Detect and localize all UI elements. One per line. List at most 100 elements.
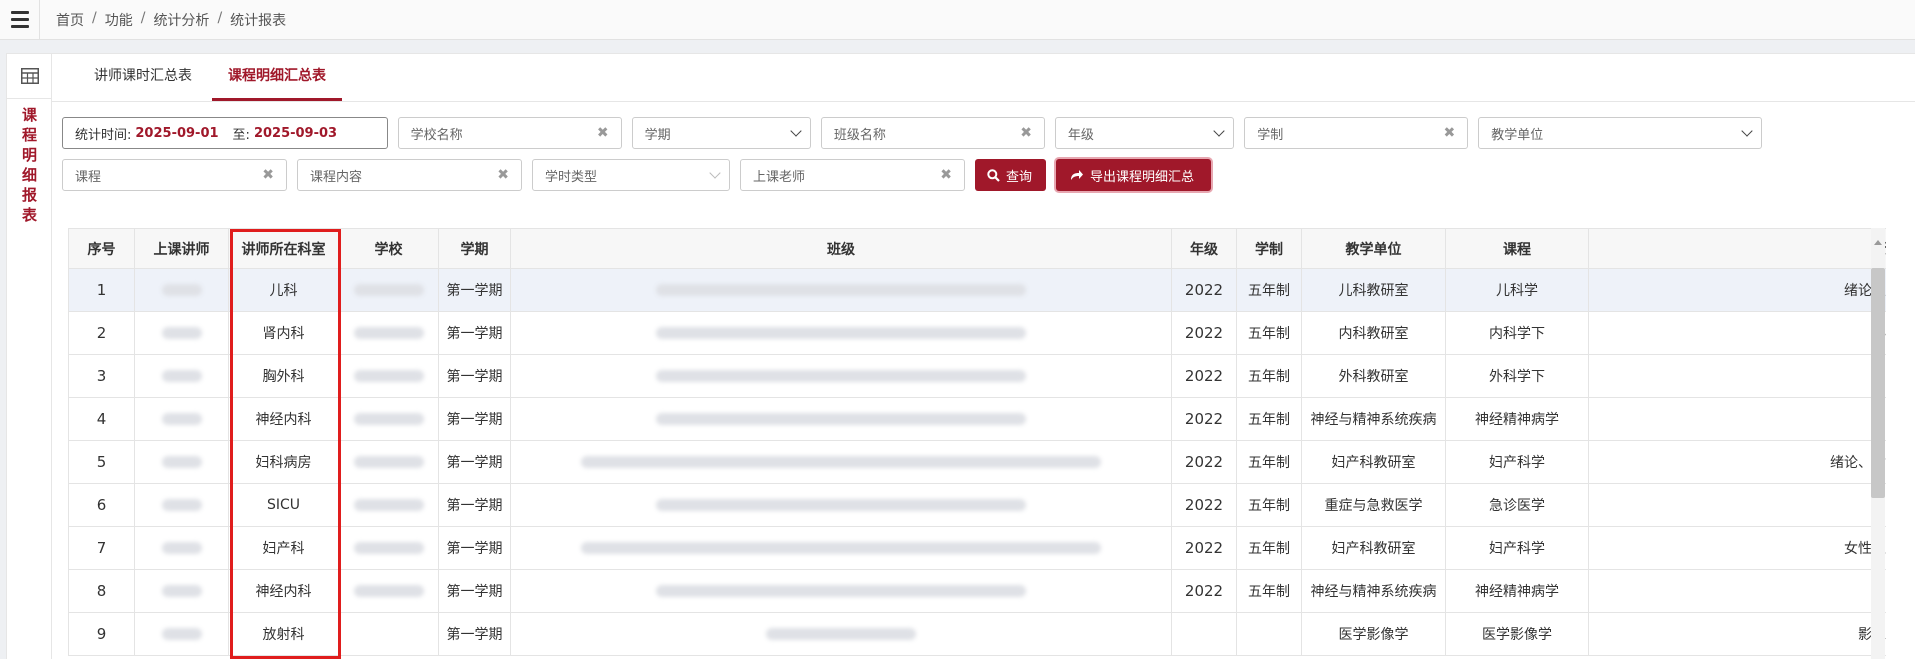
date-range-field[interactable]: 统计时间: 2025-09-01 至: 2025-09-03 xyxy=(62,117,388,149)
cell-system: 五年制 xyxy=(1236,440,1302,484)
search-icon xyxy=(987,168,1000,182)
header-unit[interactable]: 教学单位 xyxy=(1301,228,1446,269)
header-grade[interactable]: 年级 xyxy=(1171,228,1237,269)
header-content[interactable]: 课程内容 xyxy=(1588,228,1886,269)
cell-content: 绪论、女性生殖系统 xyxy=(1588,440,1886,484)
query-button[interactable]: 查询 xyxy=(975,159,1046,191)
hour-type-select[interactable]: 学时类型 xyxy=(532,159,730,191)
menu-toggle-icon[interactable] xyxy=(0,0,40,40)
cell-course: 外科学下 xyxy=(1445,354,1589,398)
cell-no: 2 xyxy=(68,311,135,355)
cell-content: 胸部损伤 xyxy=(1588,354,1886,398)
table-row[interactable]: 1 儿科 第一学期 2022五年制儿科教研室儿科学绪论及生长发育和 xyxy=(68,268,1886,312)
cell-no: 1 xyxy=(68,268,135,312)
school-name-input[interactable]: 学校名称 ✖ xyxy=(397,117,622,149)
chevron-down-icon xyxy=(1213,125,1225,137)
header-school[interactable]: 学校 xyxy=(338,228,439,269)
table-row[interactable]: 2 肾内科 第一学期 2022五年制内科教研室内科学下泌尿系统总论 xyxy=(68,311,1886,355)
header-teacher[interactable]: 上课讲师 xyxy=(134,228,229,269)
cell-grade: 2022 xyxy=(1171,483,1237,527)
cell-class-redacted xyxy=(510,354,1172,398)
cell-course: 妇产科学 xyxy=(1445,440,1589,484)
cell-class-redacted xyxy=(510,268,1172,312)
cell-grade: 2022 xyxy=(1171,397,1237,441)
cell-term: 第一学期 xyxy=(438,311,511,355)
clear-icon[interactable]: ✖ xyxy=(597,125,609,141)
vertical-title: 课 程 明 细 报 表 xyxy=(7,99,52,225)
cell-unit: 妇产科教研室 xyxy=(1301,526,1446,570)
table-icon xyxy=(7,54,52,99)
teaching-unit-select[interactable]: 教学单位 xyxy=(1478,117,1762,149)
cell-unit: 内科教研室 xyxy=(1301,311,1446,355)
header-class[interactable]: 班级 xyxy=(510,228,1172,269)
class-name-placeholder: 班级名称 xyxy=(833,127,886,143)
breadcrumb-separator: / xyxy=(140,9,146,26)
table-row[interactable]: 9放射科第一学期医学影像学医学影像学影像诊断学总论 xyxy=(68,612,1886,656)
cell-grade: 2022 xyxy=(1171,440,1237,484)
cell-no: 7 xyxy=(68,526,135,570)
table-row[interactable]: 7 妇产科 第一学期 2022五年制妇产科教研室妇产科学女性生殖系统生理 xyxy=(68,526,1886,570)
breadcrumb-statistics[interactable]: 统计分析 xyxy=(153,10,209,30)
tab-course-detail[interactable]: 课程明细汇总表 xyxy=(212,53,342,101)
clear-icon[interactable]: ✖ xyxy=(940,167,952,183)
header-system[interactable]: 学制 xyxy=(1236,228,1302,269)
term-select[interactable]: 学期 xyxy=(631,117,811,149)
cell-content: 影像诊断学总论 xyxy=(1588,612,1886,656)
header-no[interactable]: 序号 xyxy=(68,228,135,269)
table-row[interactable]: 6 SICU 第一学期 2022五年制重症与急救医学急诊医学绪论 xyxy=(68,483,1886,527)
header-department[interactable]: 讲师所在科室 xyxy=(228,228,339,269)
table-row[interactable]: 3 胸外科 第一学期 2022五年制外科教研室外科学下胸部损伤 xyxy=(68,354,1886,398)
clear-icon[interactable]: ✖ xyxy=(1020,125,1032,141)
table-row[interactable]: 8 神经内科 第一学期 2022五年制神经与精神系统疾病神经精神病学神经系统解剖 xyxy=(68,569,1886,613)
export-button[interactable]: 导出课程明细汇总 xyxy=(1056,159,1211,191)
cell-system: 五年制 xyxy=(1236,397,1302,441)
cell-school-redacted xyxy=(338,354,439,398)
teacher-input[interactable]: 上课老师 ✖ xyxy=(740,159,965,191)
date-from-value[interactable]: 2025-09-01 xyxy=(135,126,218,141)
cell-system: 五年制 xyxy=(1236,569,1302,613)
grade-placeholder: 年级 xyxy=(1067,127,1094,143)
cell-term: 第一学期 xyxy=(438,440,511,484)
course-content-input[interactable]: 课程内容 ✖ xyxy=(297,159,522,191)
clear-icon[interactable]: ✖ xyxy=(1444,125,1456,141)
cell-class-redacted xyxy=(510,569,1172,613)
side-panel: 课 程 明 细 报 表 xyxy=(7,54,52,659)
cell-term: 第一学期 xyxy=(438,612,511,656)
cell-teacher-redacted xyxy=(134,397,229,441)
cell-system: 五年制 xyxy=(1236,311,1302,355)
breadcrumb-home[interactable]: 首页 xyxy=(56,10,84,30)
cell-content: 概论 xyxy=(1588,397,1886,441)
cell-grade: 2022 xyxy=(1171,354,1237,398)
vertical-title-char: 明 xyxy=(21,146,37,164)
cell-school-redacted xyxy=(338,483,439,527)
cell-course: 神经精神病学 xyxy=(1445,569,1589,613)
clear-icon[interactable]: ✖ xyxy=(497,167,509,183)
course-input[interactable]: 课程 ✖ xyxy=(62,159,287,191)
header-term[interactable]: 学期 xyxy=(438,228,511,269)
breadcrumb: 首页 / 功能 / 统计分析 / 统计报表 xyxy=(40,10,286,30)
table-row[interactable]: 4 神经内科 第一学期 2022五年制神经与精神系统疾病神经精神病学概论 xyxy=(68,397,1886,441)
grade-select[interactable]: 年级 xyxy=(1054,117,1235,149)
class-name-input[interactable]: 班级名称 ✖ xyxy=(820,117,1045,149)
cell-teacher-redacted xyxy=(134,569,229,613)
cell-grade xyxy=(1171,612,1237,656)
cell-class-redacted xyxy=(510,612,1172,656)
top-bar: 首页 / 功能 / 统计分析 / 统计报表 xyxy=(0,0,1915,40)
cell-teacher-redacted xyxy=(134,483,229,527)
clear-icon[interactable]: ✖ xyxy=(262,167,274,183)
cell-term: 第一学期 xyxy=(438,569,511,613)
scroll-up-icon[interactable] xyxy=(1874,240,1882,245)
vertical-scrollbar-thumb[interactable] xyxy=(1871,268,1885,498)
tab-teacher-hours[interactable]: 讲师课时汇总表 xyxy=(78,53,208,101)
cell-term: 第一学期 xyxy=(438,268,511,312)
system-input[interactable]: 学制 ✖ xyxy=(1244,117,1469,149)
header-course[interactable]: 课程 xyxy=(1445,228,1589,269)
tab-bar: 讲师课时汇总表 课程明细汇总表 xyxy=(52,54,1915,102)
cell-department: 肾内科 xyxy=(228,311,339,355)
cell-content: 绪论 xyxy=(1588,483,1886,527)
cell-class-redacted xyxy=(510,397,1172,441)
breadcrumb-function[interactable]: 功能 xyxy=(105,10,133,30)
table-row[interactable]: 5 妇科病房 第一学期 2022五年制妇产科教研室妇产科学绪论、女性生殖系统 xyxy=(68,440,1886,484)
cell-department: SICU xyxy=(228,483,339,527)
date-to-value[interactable]: 2025-09-03 xyxy=(254,126,337,141)
